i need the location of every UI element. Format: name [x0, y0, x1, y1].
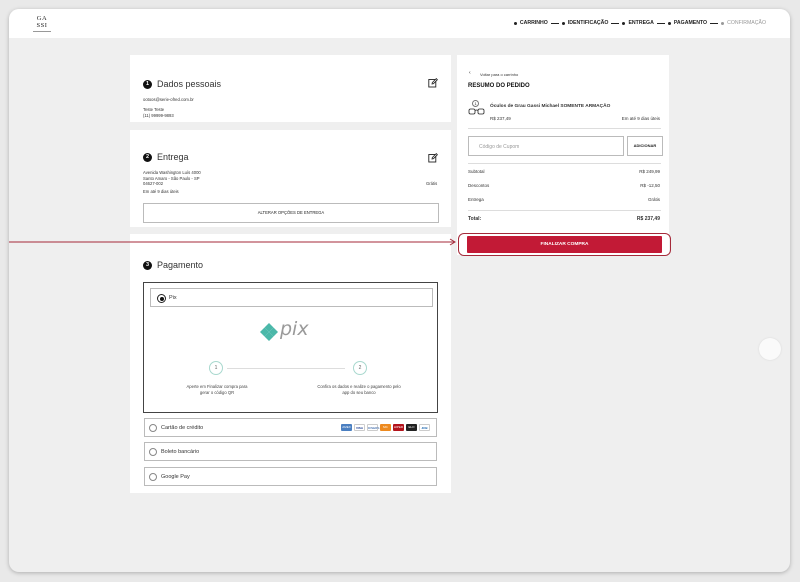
step-number-badge: 3: [143, 261, 152, 270]
edit-icon[interactable]: [428, 153, 438, 163]
delivery-address-line1: Avenida Washington Luís 4000: [143, 170, 201, 175]
step-identification: IDENTIFICAÇÃO: [567, 20, 609, 26]
divider: [468, 128, 661, 129]
logo-underline: [33, 31, 51, 32]
delivery-price: Grátis: [426, 181, 438, 186]
browser-viewport: GA SSI CARRINHO IDENTIFICAÇÃO ENTREGA PA…: [9, 9, 790, 572]
delivery-zip: 04627-002: [143, 181, 164, 186]
pix-wordmark: pix: [280, 318, 309, 340]
credit-card-label: Cartão de crédito: [161, 425, 204, 431]
personal-email: ootoos@serie-ofred.com.br: [143, 97, 194, 102]
delivery-address-line2: Santo Amaro - São Paulo - SP: [143, 175, 200, 181]
delivery-eta: Em até 9 dias úteis: [143, 189, 179, 194]
step-dot: [721, 21, 725, 25]
total-label: Total:: [468, 216, 482, 222]
item-quantity-badge: 1: [472, 100, 479, 107]
diners-icon: DINERS: [367, 424, 380, 431]
step-separator: [611, 22, 620, 24]
step-separator: [710, 22, 719, 24]
shipping-value: Grátis: [647, 197, 660, 202]
pix-steps-connector: [227, 368, 345, 369]
boleto-option[interactable]: Boleto bancário: [144, 442, 437, 461]
glasses-icon: [468, 108, 485, 115]
pix-diamond-icon: [260, 323, 278, 341]
coupon-input[interactable]: Código de Cupom: [468, 136, 624, 156]
step-dot: [622, 21, 626, 25]
floating-scroll-button[interactable]: [759, 338, 781, 360]
personal-name: Teste Teste: [143, 107, 165, 112]
boleto-label: Boleto bancário: [161, 449, 200, 455]
step-cart: CARRINHO: [519, 20, 548, 26]
pix-step-2-text: Confira os dados e realize o pagamento p…: [317, 384, 401, 395]
jcb-icon: JCB: [419, 424, 430, 431]
step-dot: [561, 21, 565, 25]
subtotal-value: R$ 249,99: [639, 169, 660, 174]
change-delivery-button[interactable]: ALTERAR OPÇÕES DE ENTREGA: [143, 203, 439, 223]
discount-value: R$ -12,50: [640, 183, 660, 188]
personal-phone: (11) 99999-9893: [143, 112, 174, 118]
card-brands: AMEX VISA DINERS MC HIPER ELO JCB: [341, 424, 430, 431]
step-number-badge: 1: [143, 80, 152, 89]
back-to-cart-link[interactable]: Voltar para o carrinho: [480, 72, 518, 77]
pix-option-expanded: Pix pix 1 2 Aperte em Finalizar compra p…: [143, 282, 438, 413]
step-separator: [550, 22, 559, 24]
pix-step-1-text: Aperte em Finalizar compra para gerar o …: [186, 384, 248, 395]
finalize-purchase-button[interactable]: FINALIZAR COMPRA: [467, 236, 662, 253]
payment-title: Pagamento: [157, 260, 204, 270]
checkout-header: GA SSI CARRINHO IDENTIFICAÇÃO ENTREGA PA…: [9, 9, 790, 38]
elo-icon: ELO: [406, 424, 417, 431]
divider: [468, 210, 661, 211]
step-delivery: ENTREGA: [628, 20, 654, 26]
total-value: R$ 237,49: [636, 216, 660, 222]
coupon-placeholder: Código de Cupom: [479, 144, 520, 150]
back-chevron-icon[interactable]: ‹: [469, 70, 471, 76]
pix-step-2-badge: 2: [353, 361, 367, 375]
payment-card: 3 Pagamento Pix pix 1 2 Aperte em Finali…: [130, 234, 451, 493]
divider: [468, 163, 661, 164]
item-name: Óculos de Grau Gassi Michael SOMENTE ARM…: [490, 104, 611, 109]
edit-icon[interactable]: [428, 78, 438, 88]
delivery-title: Entrega: [157, 152, 189, 162]
hipercard-icon: HIPER: [393, 424, 404, 431]
logo-line-1: GA: [36, 15, 48, 22]
pix-label: Pix: [169, 295, 177, 301]
step-payment: PAGAMENTO: [673, 20, 708, 26]
gassi-logo[interactable]: GA SSI: [33, 15, 51, 32]
mastercard-icon: MC: [380, 424, 391, 431]
checkout-steps: CARRINHO IDENTIFICAÇÃO ENTREGA PAGAMENTO…: [513, 20, 766, 26]
shipping-label: Entrega: [468, 197, 484, 202]
boleto-radio[interactable]: [149, 448, 157, 456]
delivery-card: 2 Entrega Avenida Washington Luís 4000 S…: [130, 130, 451, 227]
pix-step-1-badge: 1: [209, 361, 223, 375]
summary-title: RESUMO DO PEDIDO: [468, 83, 530, 89]
step-dot: [667, 21, 671, 25]
personal-data-card: 1 Dados pessoais ootoos@serie-ofred.com.…: [130, 55, 451, 122]
logo-line-2: SSI: [36, 22, 48, 29]
step-confirmation: CONFIRMAÇÃO: [727, 20, 766, 26]
credit-card-option[interactable]: Cartão de crédito AMEX VISA DINERS MC HI…: [144, 418, 437, 437]
subtotal-label: Subtotal: [468, 169, 485, 174]
item-eta: Em até 9 dias úteis: [621, 116, 660, 121]
step-separator: [656, 22, 665, 24]
google-pay-radio[interactable]: [149, 473, 157, 481]
pointer-arrow-icon: [9, 238, 456, 246]
discount-label: Descontos: [468, 183, 490, 188]
pix-radio[interactable]: [157, 294, 166, 303]
google-pay-label: Google Pay: [161, 474, 190, 480]
amex-icon: AMEX: [341, 424, 352, 431]
google-pay-option[interactable]: Google Pay: [144, 467, 437, 486]
item-price: R$ 237,49: [490, 116, 511, 121]
personal-data-title: Dados pessoais: [157, 79, 222, 89]
add-coupon-button[interactable]: ADICIONAR: [627, 136, 663, 156]
pix-option[interactable]: Pix: [150, 288, 433, 307]
order-summary-card: ‹ Voltar para o carrinho RESUMO DO PEDID…: [457, 55, 669, 255]
credit-card-radio[interactable]: [149, 424, 157, 432]
step-dot: [513, 21, 517, 25]
pix-logo: pix: [259, 318, 319, 343]
visa-icon: VISA: [354, 424, 365, 431]
step-number-badge: 2: [143, 153, 152, 162]
